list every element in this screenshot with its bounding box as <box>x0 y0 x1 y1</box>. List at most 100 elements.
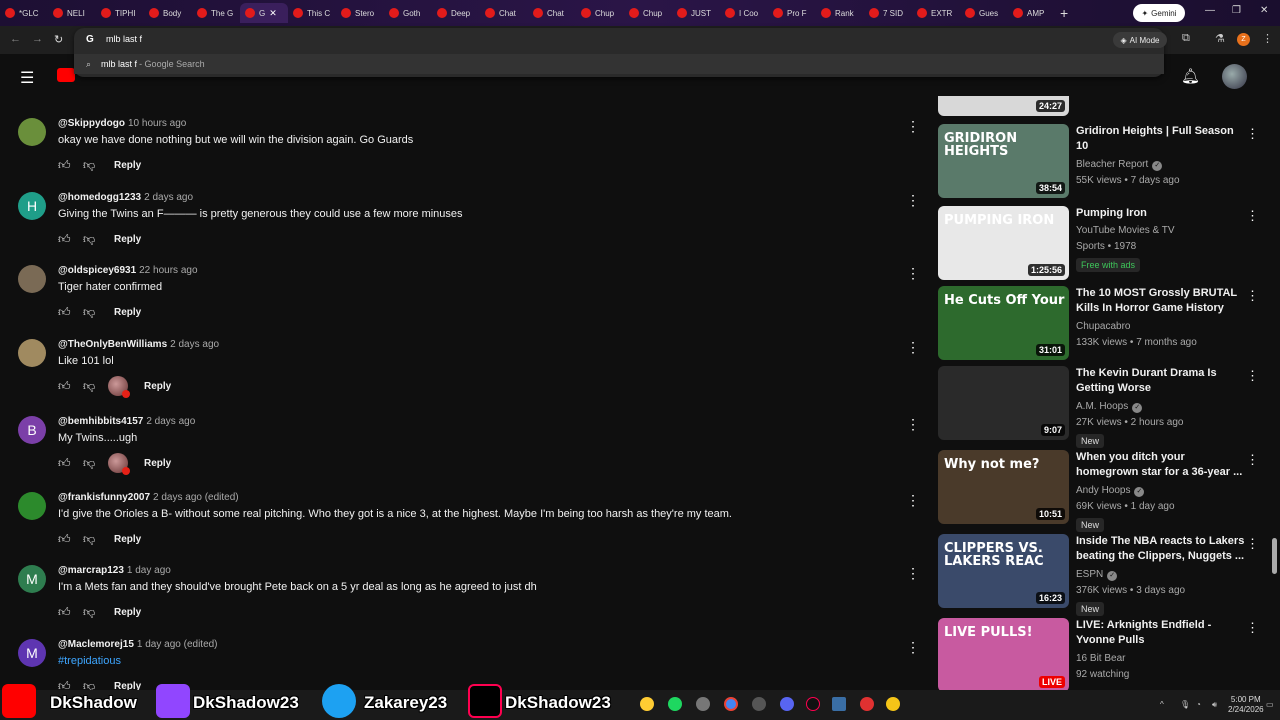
comment-menu-icon[interactable]: ⋮ <box>906 639 920 656</box>
dislike-icon[interactable]: 👎︎ <box>83 605 108 620</box>
browser-tab[interactable]: Chup <box>576 3 624 23</box>
commenter-avatar[interactable]: M <box>18 565 46 593</box>
network-icon[interactable]: ◔ <box>1196 700 1201 709</box>
browser-menu-icon[interactable]: ⋮ <box>1262 32 1273 45</box>
channel-name[interactable]: Andy Hoops ✓ <box>1076 483 1145 499</box>
browser-tab[interactable]: *GLC <box>0 3 48 23</box>
commenter-avatar[interactable] <box>18 265 46 293</box>
like-icon[interactable]: 👍︎ <box>58 456 83 471</box>
comment-menu-icon[interactable]: ⋮ <box>906 565 920 582</box>
browser-tab[interactable]: JUST <box>672 3 720 23</box>
search-suggestion[interactable]: ⌕ mlb last f - Google Search <box>74 54 1164 74</box>
like-icon[interactable]: 👍︎ <box>58 305 83 320</box>
tray-chevron-icon[interactable]: ^ <box>1160 700 1164 709</box>
dislike-icon[interactable]: 👎︎ <box>83 232 108 247</box>
comment-menu-icon[interactable]: ⋮ <box>906 492 920 509</box>
gemini-button[interactable]: ✦ Gemini <box>1133 4 1185 22</box>
chrome-icon[interactable] <box>724 697 738 711</box>
account-avatar[interactable] <box>1222 64 1247 89</box>
comment-author[interactable]: @homedogg1233 <box>58 192 141 203</box>
video-thumbnail[interactable]: 9:07 <box>938 366 1069 440</box>
comment-text[interactable]: #trepidatious <box>58 655 121 667</box>
like-icon[interactable]: 👍︎ <box>58 232 83 247</box>
commenter-avatar[interactable]: B <box>18 416 46 444</box>
like-icon[interactable]: 👍︎ <box>58 379 83 394</box>
browser-tab[interactable]: Chup <box>624 3 672 23</box>
commenter-avatar[interactable] <box>18 118 46 146</box>
video-thumbnail[interactable]: He Cuts Off Your 31:01 <box>938 286 1069 360</box>
channel-name[interactable]: Bleacher Report ✓ <box>1076 157 1163 173</box>
commenter-avatar[interactable]: H <box>18 192 46 220</box>
tiktok-app-icon[interactable] <box>806 697 820 711</box>
related-video[interactable]: Uhhhh24:2758K views • 10 days ago <box>938 96 1268 118</box>
comment-menu-icon[interactable]: ⋮ <box>906 416 920 433</box>
comment-menu-icon[interactable]: ⋮ <box>906 339 920 356</box>
comment-time[interactable]: 2 days ago <box>170 339 219 350</box>
video-thumbnail[interactable]: GRIDIRON HEIGHTS 38:54 <box>938 124 1069 198</box>
browser-tab[interactable]: This C <box>288 3 336 23</box>
forward-icon[interactable]: → <box>32 33 43 45</box>
address-input[interactable]: mlb last f <box>106 34 142 44</box>
like-icon[interactable]: 👍︎ <box>58 158 83 173</box>
comment-author[interactable]: @bemhibbits4157 <box>58 416 143 427</box>
video-menu-icon[interactable]: ⋮ <box>1246 620 1259 636</box>
related-video[interactable]: PUMPING IRON 1:25:56 Pumping Iron YouTube M… <box>938 206 1268 282</box>
comment-author[interactable]: @Maclemorej15 <box>58 639 134 650</box>
notifications-icon[interactable]: ▭ <box>1266 700 1274 709</box>
comment-menu-icon[interactable]: ⋮ <box>906 265 920 282</box>
comment-time[interactable]: 1 day ago (edited) <box>137 639 218 650</box>
file-explorer-icon[interactable] <box>640 697 654 711</box>
comment-author[interactable]: @oldspicey6931 <box>58 265 136 276</box>
app-icon[interactable] <box>696 697 710 711</box>
back-icon[interactable]: ← <box>10 33 21 45</box>
video-thumbnail[interactable]: Why not me? 10:51 <box>938 450 1069 524</box>
close-window-icon[interactable]: ✕ <box>1260 5 1268 16</box>
maximize-icon[interactable]: ❐ <box>1232 5 1241 16</box>
browser-tab[interactable]: NELI <box>48 3 96 23</box>
comment-time[interactable]: 2 days ago <box>146 416 195 427</box>
related-video[interactable]: 9:07 The Kevin Durant Drama Is Getting Wo… <box>938 366 1268 448</box>
reply-button[interactable]: Reply <box>144 458 171 469</box>
dislike-icon[interactable]: 👎︎ <box>83 379 108 394</box>
comment-author[interactable]: @frankisfunny2007 <box>58 492 150 503</box>
comment-time[interactable]: 22 hours ago <box>139 265 197 276</box>
comment-time[interactable]: 10 hours ago <box>128 118 186 129</box>
browser-tab[interactable]: I Coo <box>720 3 768 23</box>
volume-icon[interactable]: 🔊︎ <box>1212 700 1217 710</box>
browser-tab[interactable]: Chat <box>480 3 528 23</box>
video-menu-icon[interactable]: ⋮ <box>1246 126 1259 142</box>
like-icon[interactable]: 👍︎ <box>58 532 83 547</box>
video-menu-icon[interactable]: ⋮ <box>1246 368 1259 384</box>
browser-tab[interactable]: G ✕ <box>240 3 288 23</box>
reply-button[interactable]: Reply <box>114 534 141 545</box>
commenter-avatar[interactable] <box>18 492 46 520</box>
clock[interactable]: 5:00 PM 2/24/2026 <box>1228 695 1264 715</box>
video-menu-icon[interactable]: ⋮ <box>1246 208 1259 224</box>
close-tab-icon[interactable]: ✕ <box>269 8 277 19</box>
like-icon[interactable]: 👍︎ <box>58 605 83 620</box>
channel-name[interactable]: Chupacabro <box>1076 319 1130 335</box>
notifications-bell-icon[interactable]: 🔔︎ <box>1181 67 1200 85</box>
browser-tab[interactable]: EXTR <box>912 3 960 23</box>
browser-tab[interactable]: TIPHI <box>96 3 144 23</box>
browser-tab[interactable]: Body <box>144 3 192 23</box>
dislike-icon[interactable]: 👎︎ <box>83 456 108 471</box>
browser-tab[interactable]: Goth <box>384 3 432 23</box>
channel-name[interactable]: A.M. Hoops ✓ <box>1076 399 1143 415</box>
discord-icon[interactable] <box>780 697 794 711</box>
microphone-icon[interactable]: 🎙︎ <box>1180 700 1190 709</box>
browser-tab[interactable]: Pro F <box>768 3 816 23</box>
comment-time[interactable]: 1 day ago <box>127 565 171 576</box>
video-title[interactable]: The 10 MOST Grossly BRUTAL Kills In Horr… <box>1076 286 1248 316</box>
new-tab-icon[interactable]: + <box>1060 5 1068 21</box>
comment-time[interactable]: 2 days ago <box>144 192 193 203</box>
related-video[interactable]: GRIDIRON HEIGHTS 38:54 Gridiron Heights | … <box>938 124 1268 200</box>
video-title[interactable]: LIVE: Arknights Endfield - Yvonne Pulls <box>1076 618 1248 648</box>
reload-icon[interactable]: ↻ <box>54 33 63 46</box>
video-thumbnail[interactable]: PUMPING IRON 1:25:56 <box>938 206 1069 280</box>
profile-avatar[interactable]: Z <box>1237 33 1250 46</box>
comment-menu-icon[interactable]: ⋮ <box>906 118 920 135</box>
reply-button[interactable]: Reply <box>114 234 141 245</box>
commenter-avatar[interactable]: M <box>18 639 46 667</box>
channel-name[interactable]: YouTube Movies & TV <box>1076 223 1175 239</box>
